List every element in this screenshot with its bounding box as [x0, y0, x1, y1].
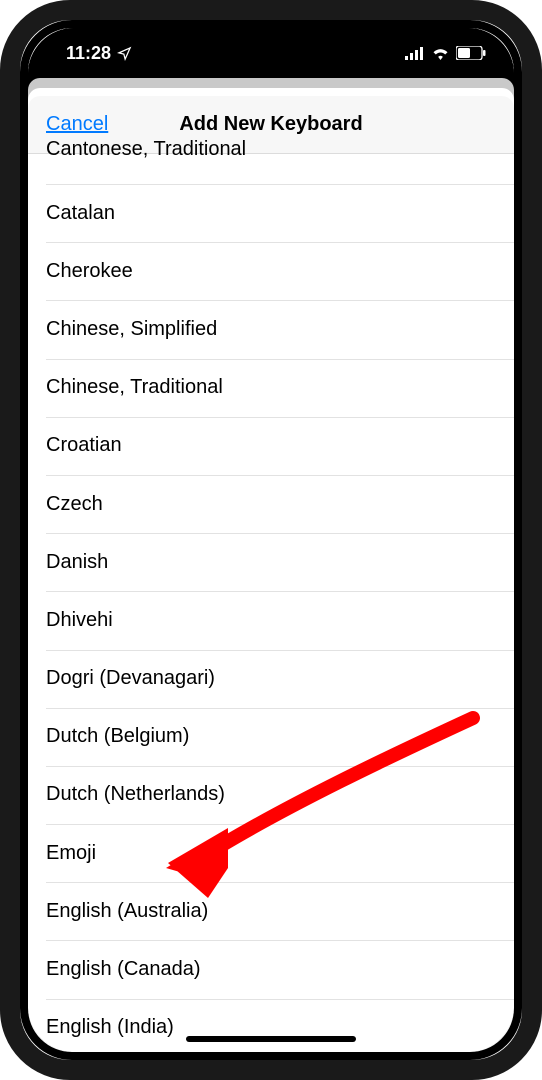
- home-indicator[interactable]: [186, 1036, 356, 1042]
- battery-icon: [456, 46, 486, 60]
- volume-up-button: [0, 255, 6, 323]
- modal-sheet: Cancel Add New Keyboard Cantonese, Tradi…: [28, 88, 514, 1052]
- list-item-label: Czech: [46, 493, 103, 516]
- list-item-label: Cherokee: [46, 260, 133, 283]
- list-item[interactable]: Catalan: [28, 184, 514, 242]
- device-notch: [156, 20, 386, 54]
- list-item-label: Chinese, Traditional: [46, 376, 223, 399]
- list-item-label: Dogri (Devanagari): [46, 667, 215, 690]
- list-item[interactable]: Croatian: [28, 417, 514, 475]
- list-item[interactable]: English (India): [28, 999, 514, 1052]
- cancel-button[interactable]: Cancel: [46, 113, 108, 136]
- list-item[interactable]: Cantonese, Traditional: [28, 154, 514, 184]
- mute-switch: [0, 180, 6, 220]
- list-item[interactable]: English (Canada): [28, 940, 514, 998]
- list-item-label: Catalan: [46, 202, 115, 225]
- power-button: [536, 270, 542, 380]
- list-item-label: Dutch (Netherlands): [46, 783, 225, 806]
- list-item[interactable]: Dutch (Belgium): [28, 708, 514, 766]
- list-item[interactable]: Emoji: [28, 824, 514, 882]
- list-item-label: English (Australia): [46, 900, 208, 923]
- list-item[interactable]: Danish: [28, 533, 514, 591]
- list-item-label: Dhivehi: [46, 609, 113, 632]
- list-item-label: English (Canada): [46, 958, 201, 981]
- list-item-label: Emoji: [46, 842, 96, 865]
- list-item[interactable]: Dhivehi: [28, 591, 514, 649]
- list-item-label: Chinese, Simplified: [46, 318, 217, 341]
- list-item[interactable]: Czech: [28, 475, 514, 533]
- list-item[interactable]: Chinese, Simplified: [28, 300, 514, 358]
- list-item[interactable]: Chinese, Traditional: [28, 359, 514, 417]
- list-item-label: Cantonese, Traditional: [46, 138, 246, 161]
- list-item[interactable]: Dogri (Devanagari): [28, 650, 514, 708]
- phone-screen: 11:28 Cancel Add New Keyboard: [28, 28, 514, 1052]
- wifi-icon: [431, 46, 450, 60]
- list-item[interactable]: Cherokee: [28, 242, 514, 300]
- volume-down-button: [0, 340, 6, 408]
- status-time: 11:28: [66, 43, 111, 64]
- list-item-label: English (India): [46, 1016, 174, 1039]
- cellular-signal-icon: [405, 47, 425, 60]
- location-arrow-icon: [117, 46, 132, 61]
- list-item[interactable]: Dutch (Netherlands): [28, 766, 514, 824]
- keyboard-list[interactable]: Cantonese, Traditional Catalan Cherokee …: [28, 154, 514, 1052]
- list-item-label: Dutch (Belgium): [46, 725, 189, 748]
- list-item[interactable]: English (Australia): [28, 882, 514, 940]
- list-item-label: Croatian: [46, 434, 122, 457]
- page-title: Add New Keyboard: [179, 113, 362, 136]
- list-item-label: Danish: [46, 551, 108, 574]
